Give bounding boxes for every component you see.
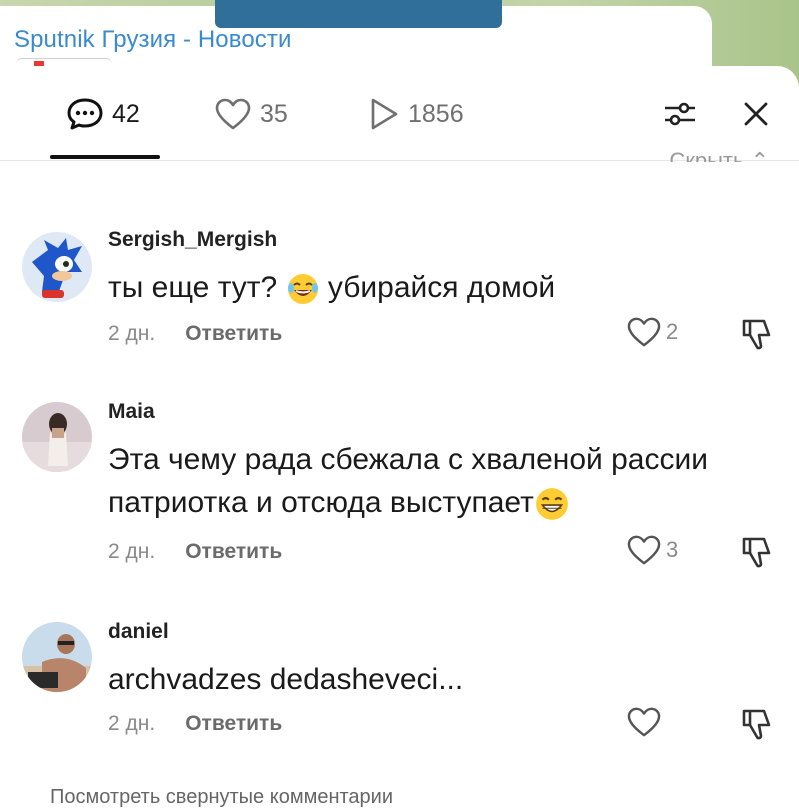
person-photo-avatar-icon	[22, 402, 92, 472]
comment-text-part: убирайся домой	[327, 271, 556, 304]
avatar[interactable]	[22, 622, 92, 692]
like-button[interactable]	[626, 706, 666, 738]
comment-meta: 2 дн. Ответить	[108, 712, 282, 736]
comments-count: 42	[112, 99, 140, 128]
dislike-icon[interactable]	[740, 317, 774, 351]
view-hidden-comments-link[interactable]: Посмотреть свернутые комментарии	[50, 786, 393, 809]
tab-views[interactable]: 1856	[368, 94, 464, 134]
comment-username[interactable]: Maia	[108, 400, 155, 424]
heart-icon	[627, 707, 661, 737]
dislike-icon[interactable]	[740, 535, 774, 569]
pinned-bar	[215, 0, 502, 28]
like-count: 3	[666, 537, 679, 562]
close-icon[interactable]	[738, 96, 774, 132]
active-tab-indicator	[50, 155, 160, 159]
heart-icon	[627, 535, 661, 565]
comment-age: 2 дн.	[108, 712, 156, 735]
reply-button[interactable]: Ответить	[185, 712, 282, 736]
laughing-tears-emoji-icon	[287, 274, 318, 305]
grinning-emoji-icon	[535, 488, 568, 520]
reply-button[interactable]: Ответить	[185, 322, 282, 346]
comment-text: Эта чему рада сбежала с хваленой рассии …	[108, 438, 788, 524]
comment-text: archvadzes dedasheveci...	[108, 663, 464, 696]
dislike-icon[interactable]	[740, 707, 774, 741]
play-icon	[371, 98, 398, 130]
comment-meta: 2 дн. Ответить	[108, 540, 282, 564]
like-button[interactable]: 3	[626, 534, 678, 566]
heart-icon	[627, 317, 661, 347]
reply-button[interactable]: Ответить	[185, 540, 282, 564]
comment-text-line: Эта чему рада сбежала с хваленой рассии	[108, 443, 708, 476]
views-count: 1856	[408, 99, 464, 128]
avatar[interactable]	[22, 402, 92, 472]
comment-username[interactable]: Sergish_Mergish	[108, 228, 277, 252]
comment-username[interactable]: daniel	[108, 620, 169, 644]
comment-text: ты еще тут? убирайся домой	[108, 266, 788, 309]
tab-likes[interactable]: 35	[214, 94, 288, 134]
comment-meta: 2 дн. Ответить	[108, 322, 282, 346]
comment-text-part: патриотка и отсюда выступает	[108, 486, 534, 519]
hide-link[interactable]: Скрыть ⌃	[669, 146, 769, 162]
comment-text-line: патриотка и отсюда выступает	[108, 481, 788, 524]
like-count: 2	[666, 319, 679, 344]
avatar[interactable]	[22, 232, 92, 302]
heart-icon	[215, 98, 251, 130]
likes-count: 35	[260, 99, 288, 128]
comment-age: 2 дн.	[108, 540, 156, 563]
like-button[interactable]: 2	[626, 316, 678, 348]
filter-sliders-icon[interactable]	[662, 96, 698, 132]
sonic-avatar-icon	[22, 232, 92, 302]
comment-age: 2 дн.	[108, 322, 156, 345]
comment-bubble-icon	[67, 98, 103, 130]
person-photo-avatar-icon	[22, 622, 92, 692]
tab-comments[interactable]: 42	[66, 94, 140, 134]
comment-text-part: ты еще тут?	[108, 271, 278, 304]
channel-title[interactable]: Sputnik Грузия - Новости	[14, 26, 292, 54]
